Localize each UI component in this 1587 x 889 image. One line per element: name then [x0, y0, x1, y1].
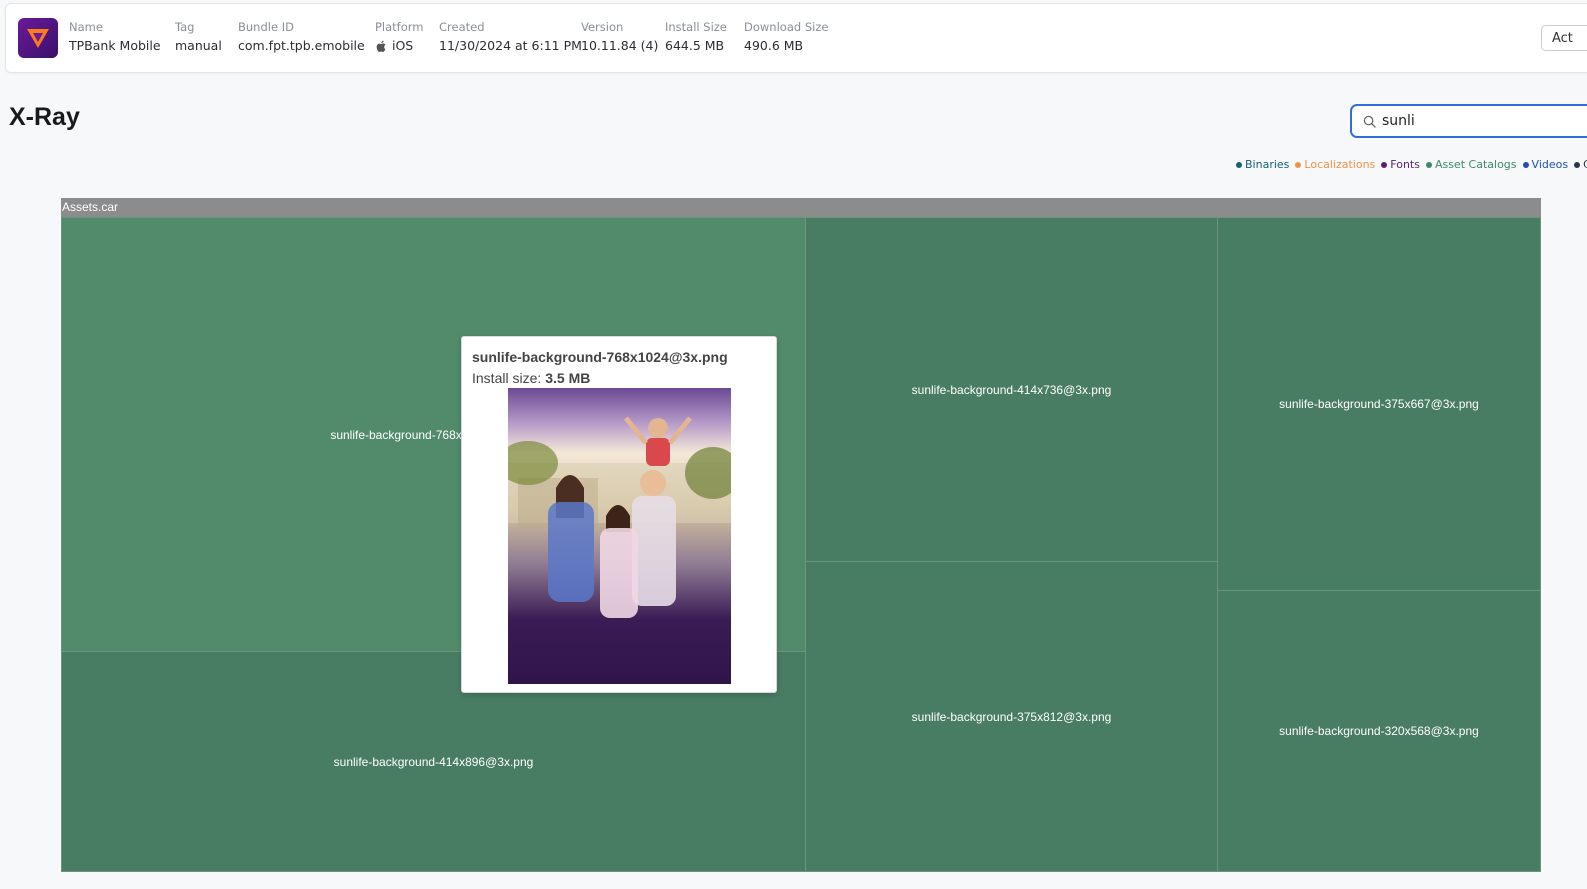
tpbank-logo-icon: [27, 29, 49, 48]
legend-label: Localizations: [1304, 158, 1376, 171]
page-title: X-Ray: [9, 103, 80, 131]
search-input[interactable]: [1382, 110, 1582, 132]
bundle-id-value: com.fpt.tpb.emobile: [238, 38, 365, 53]
name-value: TPBank Mobile: [69, 38, 161, 53]
legend-label: Fonts: [1390, 158, 1420, 171]
platform-label: Platform: [375, 20, 424, 34]
legend-item-binaries[interactable]: Binaries: [1236, 158, 1289, 171]
download-size-label: Download Size: [744, 20, 829, 34]
legend-label: Co: [1583, 158, 1587, 171]
tag-field: Tag manual: [175, 20, 222, 54]
install-size-label: Install Size: [665, 20, 727, 34]
tooltip-size-label: Install size:: [472, 370, 542, 386]
treemap-cell[interactable]: sunlife-background-375x812@3x.png: [805, 561, 1218, 872]
tag-value: manual: [175, 38, 222, 53]
treemap-cell[interactable]: sunlife-background-414x736@3x.png: [805, 217, 1218, 562]
legend-label: Binaries: [1245, 158, 1290, 171]
tag-label: Tag: [175, 20, 195, 34]
version-label: Version: [581, 20, 624, 34]
treemap-cell[interactable]: sunlife-background-320x568@3x.png: [1217, 590, 1541, 872]
install-size-field: Install Size 644.5 MB: [665, 20, 727, 54]
app-info-header: Name TPBank Mobile Tag manual Bundle ID …: [5, 3, 1587, 73]
created-field: Created 11/30/2024 at 6:11 PM: [439, 20, 582, 54]
legend-item-other[interactable]: Co: [1574, 158, 1587, 171]
version-field: Version 10.11.84 (4): [581, 20, 658, 54]
install-size-value: 644.5 MB: [665, 38, 725, 53]
bundle-id-label: Bundle ID: [238, 20, 294, 34]
family-photo-illustration: [508, 416, 731, 618]
treemap-cell-label: sunlife-background-375x812@3x.png: [911, 709, 1112, 724]
legend-dot: [1425, 161, 1432, 168]
created-label: Created: [439, 20, 485, 34]
legend-dot: [1236, 161, 1242, 168]
legend-label: Videos: [1531, 158, 1569, 171]
created-value: 11/30/2024 at 6:11 PM: [439, 38, 582, 53]
actions-button[interactable]: Act: [1541, 25, 1587, 51]
platform-value: iOS: [392, 38, 414, 53]
download-size-field: Download Size 490.6 MB: [744, 20, 828, 54]
download-size-value: 490.6 MB: [744, 38, 804, 53]
bundle-id-field: Bundle ID com.fpt.tpb.emobile: [238, 20, 365, 54]
apple-icon: [376, 40, 386, 52]
legend-item-videos[interactable]: Videos: [1522, 158, 1569, 171]
asset-preview-image: [508, 388, 731, 684]
legend-item-localizations[interactable]: Localizations: [1295, 158, 1375, 171]
version-value: 10.11.84 (4): [581, 38, 659, 53]
legend: Binaries Localizations Fonts Asset Catal…: [1236, 158, 1587, 171]
asset-tooltip: sunlife-background-768x1024@3x.png Insta…: [461, 336, 777, 693]
treemap-root-label[interactable]: Assets.car: [61, 198, 1541, 217]
treemap-cell-label: sunlife-background-320x568@3x.png: [1279, 724, 1479, 738]
legend-dot: [1574, 161, 1581, 168]
legend-dot: [1381, 161, 1388, 168]
legend-label: Asset Catalogs: [1434, 158, 1517, 171]
platform-field: Platform iOS: [375, 20, 424, 54]
tooltip-size-value: 3.5 MB: [545, 370, 591, 386]
name-field: Name TPBank Mobile: [69, 20, 161, 54]
treemap-cell-label: sunlife-background-375x667@3x.png: [1279, 397, 1479, 411]
legend-item-asset-catalogs[interactable]: Asset Catalogs: [1425, 158, 1517, 171]
legend-dot: [1522, 161, 1529, 168]
legend-item-fonts[interactable]: Fonts: [1381, 158, 1420, 171]
search-box[interactable]: [1350, 104, 1587, 138]
app-icon: [18, 18, 58, 58]
treemap-cell[interactable]: sunlife-background-375x667@3x.png: [1217, 217, 1541, 591]
name-label: Name: [69, 20, 103, 34]
tooltip-title: sunlife-background-768x1024@3x.png: [472, 349, 728, 365]
platform-value-row: iOS: [375, 38, 424, 54]
search-icon: [1363, 115, 1376, 128]
treemap-cell-label: sunlife-background-414x896@3x.png: [333, 754, 534, 769]
treemap-cell-label: sunlife-background-414x736@3x.png: [911, 382, 1112, 397]
tooltip-size-row: Install size: 3.5 MB: [472, 370, 590, 386]
legend-dot: [1295, 161, 1302, 168]
